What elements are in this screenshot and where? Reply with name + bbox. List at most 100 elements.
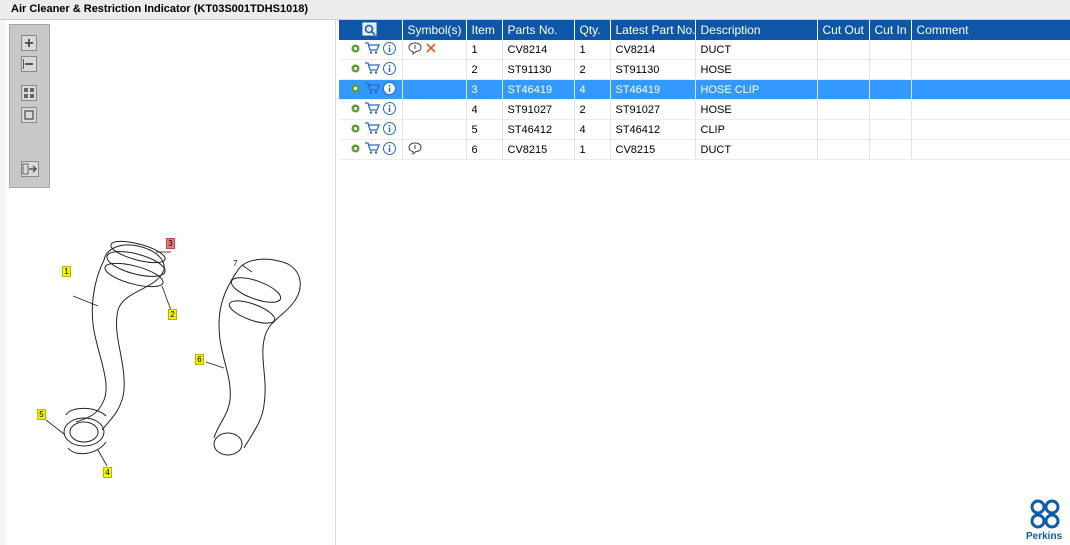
- quantity-cell: 2: [574, 59, 611, 80]
- column-header-latest-part-no[interactable]: Latest Part No.: [610, 20, 696, 40]
- cut-in-cell: [869, 99, 912, 120]
- cart-icon[interactable]: [364, 62, 380, 77]
- quantity-cell: 1: [574, 139, 611, 160]
- column-header-cut-out[interactable]: Cut Out: [817, 20, 870, 40]
- cart-icon[interactable]: [364, 142, 380, 157]
- callout-6[interactable]: 6: [195, 354, 204, 365]
- leader-5: [45, 419, 65, 435]
- cut-out-cell: [817, 99, 870, 120]
- callout-4[interactable]: 4: [103, 467, 112, 478]
- gear-icon[interactable]: [350, 123, 361, 137]
- column-header-actions[interactable]: [339, 20, 403, 40]
- cut-out-cell: [817, 139, 870, 160]
- column-header-description[interactable]: Description: [695, 20, 818, 40]
- info-icon[interactable]: [383, 81, 396, 98]
- gear-icon[interactable]: [350, 83, 361, 97]
- part-number-cell: CV8214: [502, 40, 575, 60]
- comment-cell: [911, 79, 1070, 100]
- parts-list-pane: Symbol(s) Item Parts No. Qty. Latest Par…: [339, 20, 1070, 545]
- clamp-2: [104, 262, 164, 288]
- table-row[interactable]: 1 CV8214 1 CV8214 DUCT: [339, 40, 1070, 60]
- cart-icon[interactable]: [364, 82, 380, 97]
- column-header-comment[interactable]: Comment: [911, 20, 1070, 40]
- symbols-cell: [402, 139, 467, 160]
- info-icon[interactable]: [383, 101, 396, 118]
- search-icon: [362, 22, 377, 36]
- column-header-item[interactable]: Item: [466, 20, 503, 40]
- quantity-cell: 4: [574, 119, 611, 140]
- cut-in-cell: [869, 119, 912, 140]
- table-row[interactable]: 2 ST91130 2 ST91130 HOSE: [339, 59, 1070, 80]
- duct-1-left-edge: [75, 259, 107, 423]
- description-cell: HOSE: [695, 59, 818, 80]
- gear-icon[interactable]: [350, 103, 361, 117]
- quantity-cell: 1: [574, 40, 611, 60]
- symbols-cell: [402, 119, 467, 140]
- info-icon[interactable]: [383, 121, 396, 138]
- duct-6-right-edge: [243, 301, 295, 449]
- cart-icon[interactable]: [364, 42, 380, 57]
- cut-in-cell: [869, 40, 912, 60]
- callout-7[interactable]: 7: [233, 259, 237, 268]
- remove-icon[interactable]: [425, 42, 437, 57]
- column-header-cut-in[interactable]: Cut In: [869, 20, 912, 40]
- cart-icon[interactable]: [364, 122, 380, 137]
- row-actions: [339, 119, 403, 140]
- cut-out-cell: [817, 59, 870, 80]
- description-cell: HOSE: [695, 99, 818, 120]
- parts-diagram: [45, 240, 301, 467]
- part-number-cell: CV8215: [502, 139, 575, 160]
- table-row[interactable]: 6 CV8215 1 CV8215 DUCT: [339, 139, 1070, 160]
- row-actions: [339, 139, 403, 160]
- callout-2[interactable]: 2: [168, 309, 177, 320]
- part-number-cell: ST46419: [502, 79, 575, 100]
- gear-icon[interactable]: [350, 63, 361, 77]
- leader-1: [72, 295, 99, 307]
- clamp-5: [65, 407, 107, 417]
- info-icon[interactable]: [383, 141, 396, 158]
- gear-icon[interactable]: [350, 143, 361, 157]
- info-icon[interactable]: [383, 41, 396, 58]
- symbols-cell: [402, 40, 467, 60]
- cut-out-cell: [817, 79, 870, 100]
- comment-cell: [911, 59, 1070, 80]
- perkins-logo: Perkins: [1026, 499, 1064, 543]
- quantity-cell: 2: [574, 99, 611, 120]
- latest-part-number-cell: ST91130: [610, 59, 696, 80]
- callout-3[interactable]: 3: [166, 238, 175, 249]
- comment-cell: [911, 40, 1070, 60]
- row-actions: [339, 99, 403, 120]
- cart-icon[interactable]: [364, 102, 380, 117]
- symbols-cell: [402, 59, 467, 80]
- column-header-symbols[interactable]: Symbol(s): [402, 20, 467, 40]
- table-row[interactable]: 5 ST46412 4 ST46412 CLIP: [339, 119, 1070, 140]
- info-icon[interactable]: [383, 61, 396, 78]
- item-cell: 1: [466, 40, 503, 60]
- leader-6: [205, 361, 225, 369]
- callout-5[interactable]: 5: [37, 409, 46, 420]
- quantity-cell: 4: [574, 79, 611, 100]
- gear-icon[interactable]: [350, 43, 361, 57]
- table-header-row: Symbol(s) Item Parts No. Qty. Latest Par…: [339, 20, 1070, 40]
- table-row[interactable]: 3 ST46419 4 ST46419 HOSE CLIP: [339, 79, 1070, 100]
- callout-1[interactable]: 1: [62, 266, 71, 277]
- cut-in-cell: [869, 139, 912, 160]
- comment-cell: [911, 119, 1070, 140]
- duct-6-left-edge: [213, 269, 239, 439]
- part-number-cell: ST91027: [502, 99, 575, 120]
- description-cell: DUCT: [695, 40, 818, 60]
- perkins-logo-mark: [1030, 499, 1060, 529]
- comment-icon[interactable]: [407, 141, 422, 158]
- latest-part-number-cell: CV8214: [610, 40, 696, 60]
- duct-6-mid-band: [230, 277, 282, 303]
- column-header-parts-no[interactable]: Parts No.: [502, 20, 575, 40]
- comment-icon[interactable]: [407, 41, 422, 58]
- latest-part-number-cell: CV8215: [610, 139, 696, 160]
- table-row[interactable]: 4 ST91027 2 ST91027 HOSE: [339, 99, 1070, 120]
- window-title: Air Cleaner & Restriction Indicator (KT0…: [11, 3, 309, 15]
- leader-4: [97, 449, 108, 467]
- column-header-qty[interactable]: Qty.: [574, 20, 611, 40]
- parts-table: Symbol(s) Item Parts No. Qty. Latest Par…: [339, 20, 1070, 160]
- description-cell: DUCT: [695, 139, 818, 160]
- latest-part-number-cell: ST46419: [610, 79, 696, 100]
